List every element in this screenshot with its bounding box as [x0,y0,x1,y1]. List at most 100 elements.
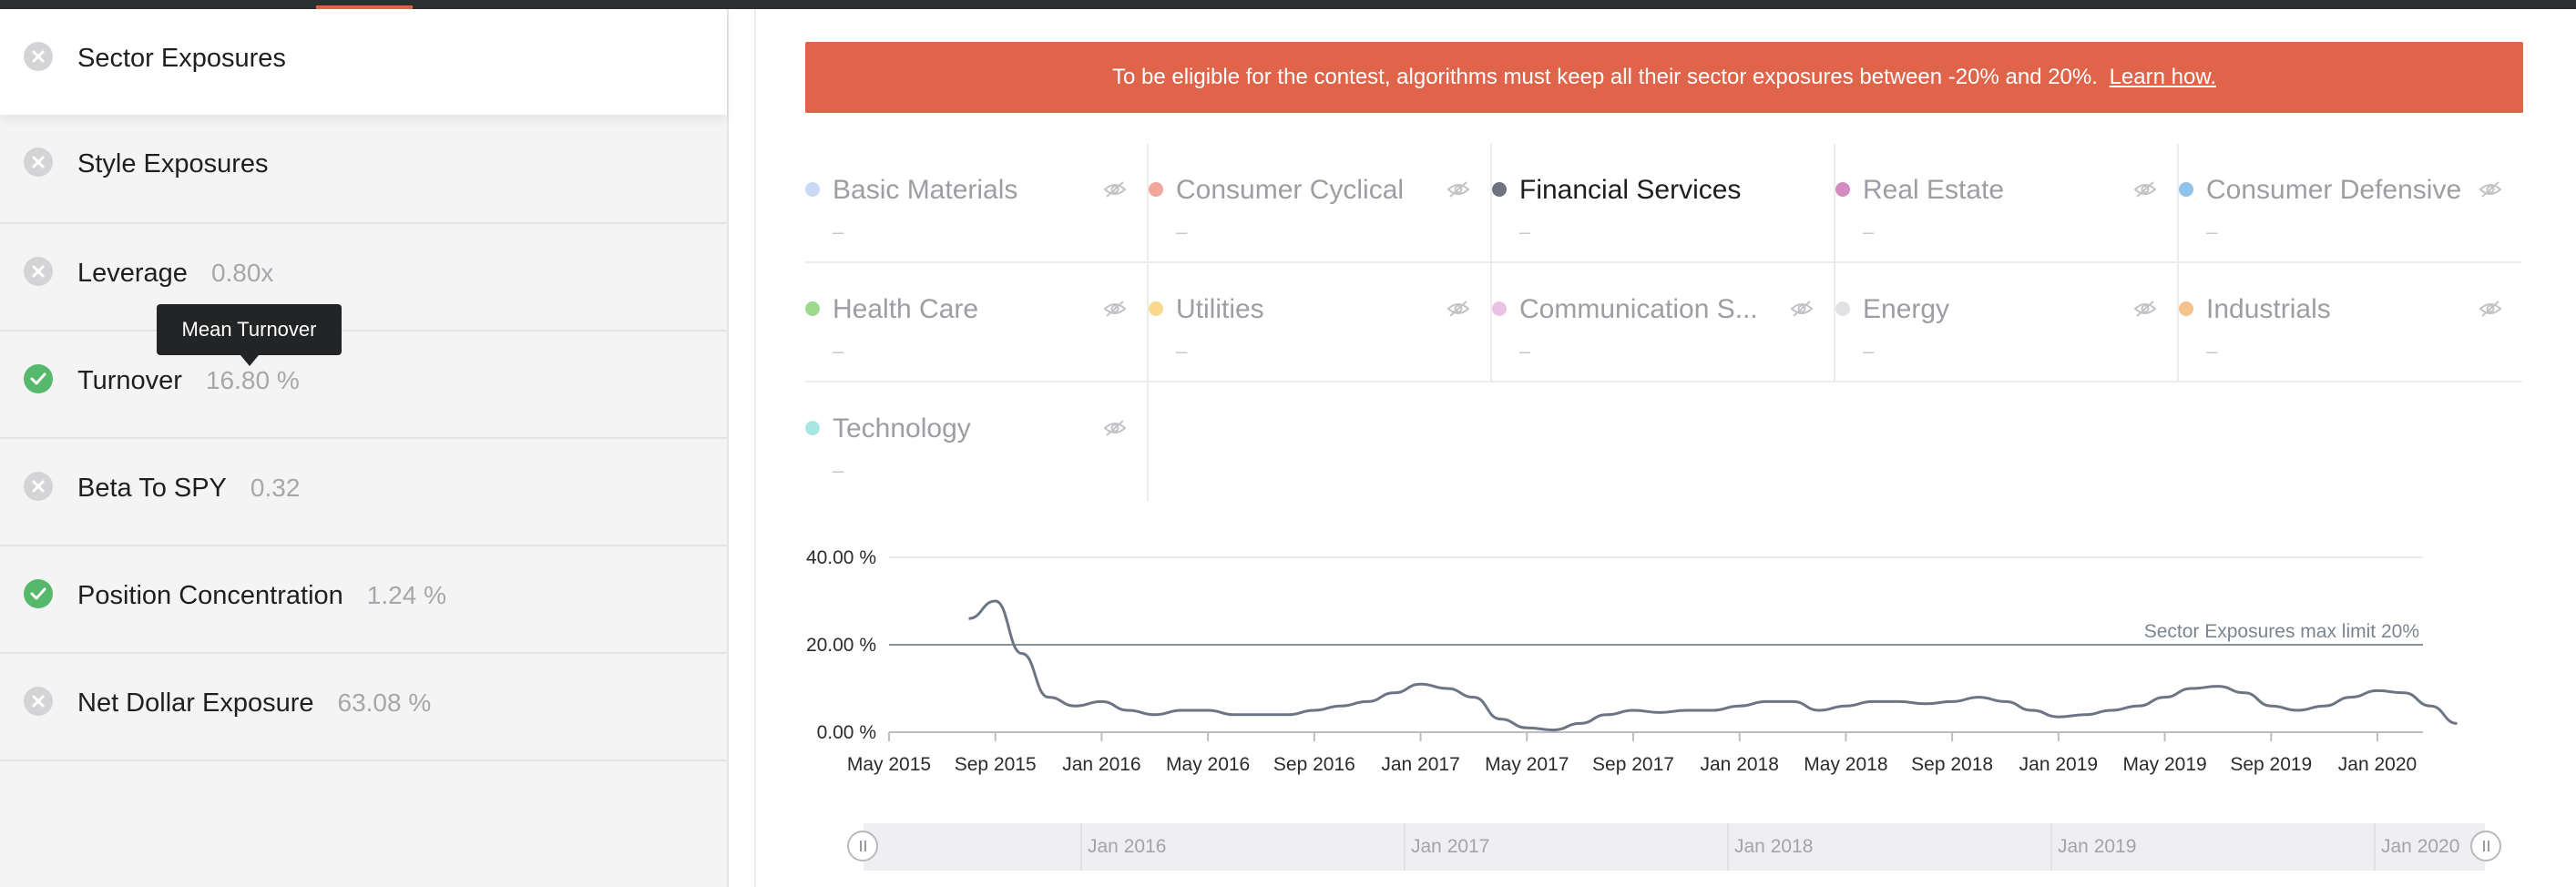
max-limit-label: Sector Exposures max limit 20% [2144,621,2419,642]
tooltip: Mean Turnover [157,304,342,366]
sector-name: Consumer Cyclical [1176,175,1405,205]
sector-color-dot [1835,182,1850,197]
sector-value: – [1519,340,1531,362]
sector-name: Energy [1863,294,1950,324]
sidebar-item-value: 63.08 % [337,688,432,717]
x-tick-label: Jan 2018 [1701,754,1779,775]
sidebar-item-value: 16.80 % [205,366,300,394]
sector-value: – [833,340,844,362]
eye-slash-icon[interactable] [2479,300,2502,318]
sector-color-dot [805,301,820,316]
sector-toggle-consumer-defensive[interactable]: Consumer Defensive – [2179,144,2522,263]
sidebar-item-leverage[interactable]: Leverage 0.80x [0,224,727,331]
eye-slash-icon[interactable] [1446,180,1470,199]
sector-toggle-energy[interactable]: Energy – [1835,263,2179,382]
sector-color-dot [805,182,820,197]
navigator-gridline [2374,823,2376,871]
eye-slash-icon[interactable] [1446,300,1470,318]
range-handle-right[interactable] [2470,831,2501,862]
sector-toggle-financial-services[interactable]: Financial Services – [1492,144,1835,263]
sector-toggle-communication-s[interactable]: Communication S... – [1492,263,1835,382]
learn-how-link[interactable]: Learn how. [2110,65,2216,89]
fail-icon [24,472,53,501]
sector-value: – [2206,340,2218,362]
sector-toggle-real-estate[interactable]: Real Estate – [1835,144,2179,263]
sidebar-item-net-dollar-exposure[interactable]: Net Dollar Exposure 63.08 % [0,654,727,761]
sector-color-dot [2179,301,2193,316]
sector-value: – [1519,220,1531,243]
sector-toggle-technology[interactable]: Technology – [805,382,1149,502]
x-tick-label: Jan 2020 [2338,754,2417,775]
sector-toggle-industrials[interactable]: Industrials – [2179,263,2522,382]
range-handle-left[interactable] [847,831,878,862]
sector-name: Industrials [2206,294,2331,324]
sector-name: Technology [833,413,971,444]
check-icon [24,364,53,393]
sector-color-dot [1492,182,1507,197]
sector-toggle-health-care[interactable]: Health Care – [805,263,1149,382]
sector-toggle-basic-materials[interactable]: Basic Materials – [805,144,1149,263]
sidebar-item-turnover[interactable]: Turnover 16.80 % [0,331,727,439]
range-navigator[interactable]: Jan 2020 Jan 2019 Jan 2018 Jan 2017 Jan 2016 [847,823,2501,871]
sector-toggle-consumer-cyclical[interactable]: Consumer Cyclical – [1149,144,1492,263]
eye-slash-icon[interactable] [1790,300,1814,318]
sidebar-item-style-exposures[interactable]: Style Exposures [0,115,727,224]
navigator-gridline [1727,823,1729,871]
sector-color-dot [805,421,820,435]
navigator-label: Jan 2017 [1411,836,1490,857]
eye-slash-icon[interactable] [1103,419,1127,437]
sidebar-item-beta-to-spy[interactable]: Beta To SPY 0.32 [0,439,727,546]
navigator-gridline [2050,823,2052,871]
sidebar-item-position-concentration[interactable]: Position Concentration 1.24 % [0,546,727,654]
sector-value: – [1863,340,1875,362]
x-tick-label: May 2018 [1804,754,1887,775]
y-tick-label: 20.00 % [806,635,876,656]
fail-icon [24,42,53,71]
eye-slash-icon[interactable] [2479,180,2502,199]
x-tick-label: May 2016 [1166,754,1250,775]
navigator-label: Jan 2016 [1088,836,1167,857]
sector-color-dot [1492,301,1507,316]
sector-value: – [1863,220,1875,243]
check-icon [24,579,53,608]
x-tick-label: May 2017 [1485,754,1569,775]
x-tick-label: Sep 2018 [1911,754,1993,775]
x-tick-label: May 2015 [847,754,931,775]
top-bar [0,0,2576,9]
sidebar-item-label: Sector Exposures [77,44,286,73]
y-tick-label: 0.00 % [817,722,876,743]
sector-value: – [1176,220,1188,243]
sidebar-item-label: Beta To SPY [77,474,227,503]
sector-value: – [2206,220,2218,243]
x-tick-label: Sep 2016 [1273,754,1355,775]
eye-slash-icon[interactable] [2133,180,2157,199]
x-tick-label: Sep 2015 [955,754,1037,775]
sidebar-item-label: Turnover [77,366,182,395]
sector-value: – [1176,340,1188,362]
contest-alert-banner: To be eligible for the contest, algorith… [805,42,2523,113]
sidebar-item-sector-exposures[interactable]: Sector Exposures [0,9,727,115]
y-tick-label: 40.00 % [806,547,876,568]
eye-slash-icon[interactable] [1103,180,1127,199]
navigator-gridline [1404,823,1406,871]
sector-name: Basic Materials [833,175,1018,205]
sector-color-dot [1835,301,1850,316]
sector-name: Real Estate [1863,175,2005,205]
sector-value: – [833,220,844,243]
sector-name: Communication S... [1519,294,1758,324]
sidebar-item-label: Leverage [77,259,188,288]
eye-slash-icon[interactable] [1103,300,1127,318]
sector-toggle-utilities[interactable]: Utilities – [1149,263,1492,382]
fail-icon [24,257,53,286]
sector-color-dot [2179,182,2193,197]
x-tick-label: Sep 2019 [2230,754,2312,775]
sector-color-dot [1149,301,1163,316]
sector-legend-grid: Basic Materials – Consumer Cyclical – Financ… [805,144,2523,502]
navigator-gridline [1080,823,1082,871]
eye-slash-icon[interactable] [2133,300,2157,318]
x-tick-label: Sep 2017 [1592,754,1674,775]
x-tick-label: Jan 2017 [1381,754,1459,775]
sector-name: Consumer Defensive [2206,175,2462,205]
sector-name: Health Care [833,294,979,324]
main-panel: To be eligible for the contest, algorith… [754,9,2576,887]
